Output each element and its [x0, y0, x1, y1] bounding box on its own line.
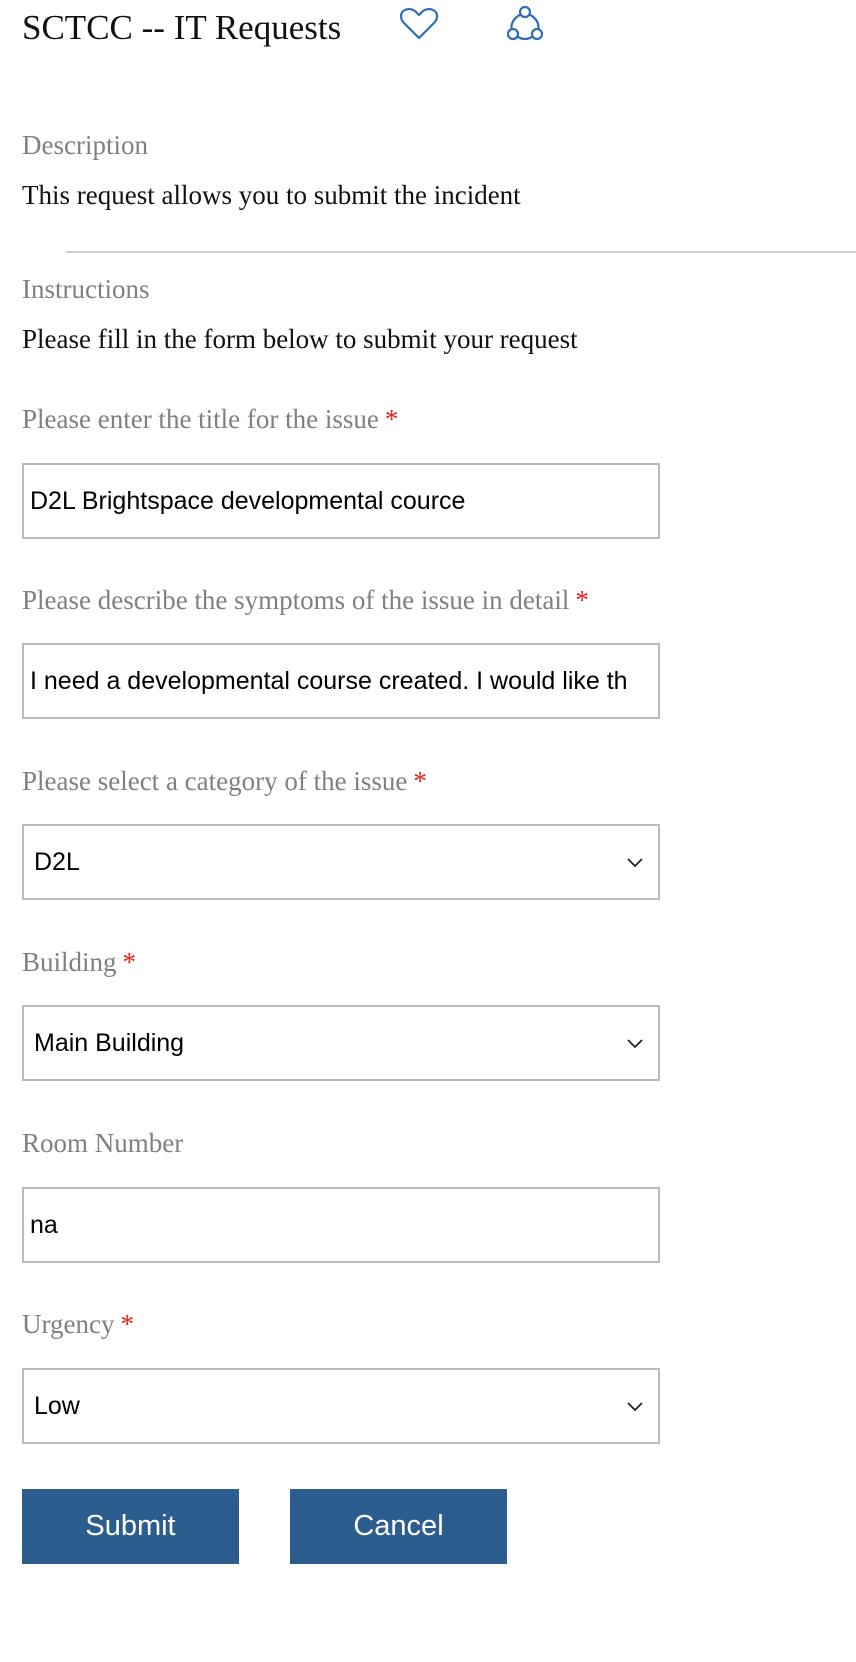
submit-button[interactable]: Submit	[22, 1489, 239, 1564]
share-icon	[506, 5, 544, 41]
title-field-label: Please enter the title for the issue *	[22, 404, 399, 434]
title-input[interactable]	[24, 465, 658, 537]
room-field-label: Room Number	[22, 1128, 184, 1158]
description-label: Description	[22, 130, 148, 160]
required-marker: *	[413, 766, 427, 796]
chevron-down-icon	[627, 1039, 643, 1049]
category-select[interactable]: D2L	[22, 824, 660, 900]
symptoms-input[interactable]	[24, 645, 658, 717]
favorite-button[interactable]	[397, 2, 441, 46]
symptoms-field-label: Please describe the symptoms of the issu…	[22, 585, 589, 615]
category-field-label: Please select a category of the issue *	[22, 766, 427, 796]
required-marker: *	[575, 585, 589, 615]
description-text: This request allows you to submit the in…	[22, 180, 521, 210]
required-marker: *	[122, 947, 137, 977]
share-button[interactable]	[503, 2, 547, 46]
room-number-input[interactable]	[24, 1189, 658, 1261]
urgency-selected-value: Low	[34, 1391, 80, 1420]
required-marker: *	[120, 1309, 134, 1339]
urgency-select[interactable]: Low	[22, 1368, 660, 1444]
building-select[interactable]: Main Building	[22, 1005, 660, 1081]
urgency-field-label: Urgency *	[22, 1309, 134, 1339]
required-marker: *	[384, 404, 399, 434]
chevron-down-icon	[627, 1402, 643, 1412]
page-title: SCTCC -- IT Requests	[22, 8, 342, 47]
chevron-down-icon	[627, 858, 643, 868]
symptoms-input-box[interactable]	[22, 643, 660, 719]
building-selected-value: Main Building	[34, 1028, 185, 1057]
instructions-label: Instructions	[22, 274, 150, 304]
title-input-box[interactable]	[22, 463, 660, 539]
room-input-box[interactable]	[22, 1187, 660, 1263]
cancel-button[interactable]: Cancel	[290, 1489, 507, 1564]
building-field-label: Building *	[22, 947, 137, 977]
category-selected-value: D2L	[34, 847, 80, 876]
section-divider	[66, 251, 856, 253]
heart-icon	[400, 7, 438, 40]
instructions-text: Please fill in the form below to submit …	[22, 324, 578, 354]
